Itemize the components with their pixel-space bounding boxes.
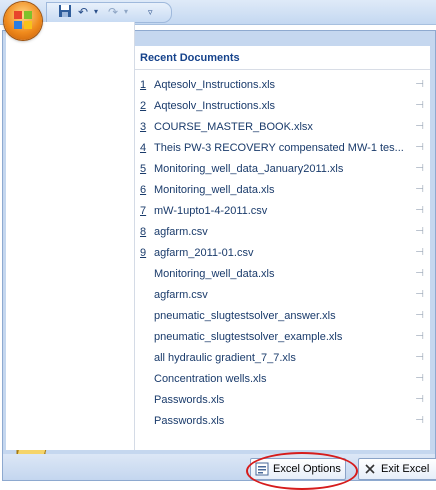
recent-document-item[interactable]: Passwords.xls ⊣: [140, 412, 428, 430]
recent-document-item[interactable]: 4 Theis PW-3 RECOVERY compensated MW-1 te…: [140, 139, 428, 157]
recent-document-item[interactable]: 8 agfarm.csv ⊣: [140, 223, 428, 241]
recent-document-name: Passwords.xls: [154, 415, 225, 427]
recent-document-name: Concentration wells.xls: [154, 373, 267, 385]
pin-icon[interactable]: ⊣: [415, 286, 424, 304]
recent-document-number: 5: [140, 163, 147, 175]
recent-document-item[interactable]: Concentration wells.xls ⊣: [140, 370, 428, 388]
recent-document-name: agfarm.csv: [154, 226, 208, 238]
recent-document-name: COURSE_MASTER_BOOK.xlsx: [154, 121, 313, 133]
pin-icon[interactable]: ⊣: [415, 265, 424, 283]
recent-document-item[interactable]: 9 agfarm_2011-01.csv ⊣: [140, 244, 428, 262]
menu-commands: [6, 22, 135, 450]
recent-document-item[interactable]: pneumatic_slugtestsolver_answer.xls ⊣: [140, 307, 428, 325]
pin-icon[interactable]: ⊣: [415, 349, 424, 367]
recent-document-number: 3: [140, 121, 147, 133]
recent-document-name: Monitoring_well_data.xls: [154, 184, 275, 196]
close-icon: [365, 464, 375, 474]
recent-document-item[interactable]: 7 mW-1upto1-4-2011.csv ⊣: [140, 202, 428, 220]
excel-options-icon: [255, 462, 269, 476]
recent-document-name: all hydraulic gradient_7_7.xls: [154, 352, 296, 364]
recent-document-number: 9: [140, 247, 147, 259]
recent-document-item[interactable]: Monitoring_well_data.xls ⊣: [140, 265, 428, 283]
office-button[interactable]: [4, 2, 42, 40]
recent-document-name: Aqtesolv_Instructions.xls: [154, 79, 276, 91]
recent-document-name: Monitoring_well_data.xls: [154, 268, 275, 280]
recent-document-item[interactable]: 2 Aqtesolv_Instructions.xls ⊣: [140, 97, 428, 115]
pin-icon[interactable]: ⊣: [415, 244, 424, 262]
pin-icon[interactable]: ⊣: [415, 181, 424, 199]
pin-icon[interactable]: ⊣: [415, 328, 424, 346]
chevron-down-icon[interactable]: ▾: [94, 4, 98, 20]
pin-icon[interactable]: ⊣: [415, 76, 424, 94]
exit-excel-label: Exit Excel: [381, 463, 430, 475]
pin-icon[interactable]: ⊣: [415, 97, 424, 115]
recent-document-name: pneumatic_slugtestsolver_answer.xls: [154, 310, 336, 322]
recent-document-number: 2: [140, 100, 147, 112]
recent-document-item[interactable]: Passwords.xls ⊣: [140, 391, 428, 409]
recent-document-name: Monitoring_well_data_January2011.xls: [154, 163, 344, 175]
pin-icon[interactable]: ⊣: [415, 160, 424, 178]
recent-document-number: 1: [140, 79, 147, 91]
pin-icon[interactable]: ⊣: [415, 391, 424, 409]
recent-document-name: mW-1upto1-4-2011.csv: [154, 205, 268, 217]
recent-document-item[interactable]: pneumatic_slugtestsolver_example.xls ⊣: [140, 328, 428, 346]
recent-document-item[interactable]: agfarm.csv ⊣: [140, 286, 428, 304]
pin-icon[interactable]: ⊣: [415, 202, 424, 220]
pin-icon[interactable]: ⊣: [415, 412, 424, 430]
recent-document-name: pneumatic_slugtestsolver_example.xls: [154, 331, 343, 343]
recent-document-item[interactable]: all hydraulic gradient_7_7.xls ⊣: [140, 349, 428, 367]
undo-icon[interactable]: ↶: [78, 4, 88, 20]
recent-documents-header: Recent Documents: [134, 46, 430, 70]
recent-document-number: 6: [140, 184, 147, 196]
pin-icon[interactable]: ⊣: [415, 118, 424, 136]
recent-document-name: Aqtesolv_Instructions.xls: [154, 100, 276, 112]
recent-document-number: 7: [140, 205, 147, 217]
recent-document-item[interactable]: 3 COURSE_MASTER_BOOK.xlsx ⊣: [140, 118, 428, 136]
office-logo-icon: [14, 11, 32, 29]
recent-document-item[interactable]: 1 Aqtesolv_Instructions.xls ⊣: [140, 76, 428, 94]
recent-document-number: 8: [140, 226, 147, 238]
pin-icon[interactable]: ⊣: [415, 307, 424, 325]
save-icon[interactable]: [58, 4, 72, 20]
recent-document-item[interactable]: 6 Monitoring_well_data.xls ⊣: [140, 181, 428, 199]
excel-options-label: Excel Options: [273, 463, 341, 475]
exit-excel-button[interactable]: Exit Excel: [358, 458, 436, 480]
excel-options-button[interactable]: Excel Options: [250, 458, 346, 480]
recent-document-number: 4: [140, 142, 147, 154]
recent-document-name: agfarm.csv: [154, 289, 208, 301]
recent-document-name: Theis PW-3 RECOVERY compensated MW-1 tes…: [154, 142, 404, 154]
recent-document-name: agfarm_2011-01.csv: [154, 247, 254, 259]
customize-qat-icon[interactable]: ▿: [148, 4, 153, 20]
chevron-down-icon[interactable]: ▾: [124, 4, 128, 20]
pin-icon[interactable]: ⊣: [415, 223, 424, 241]
redo-icon[interactable]: ↷: [108, 4, 118, 20]
recent-document-item[interactable]: 5 Monitoring_well_data_January2011.xls ⊣: [140, 160, 428, 178]
pin-icon[interactable]: ⊣: [415, 139, 424, 157]
recent-document-name: Passwords.xls: [154, 394, 225, 406]
pin-icon[interactable]: ⊣: [415, 370, 424, 388]
